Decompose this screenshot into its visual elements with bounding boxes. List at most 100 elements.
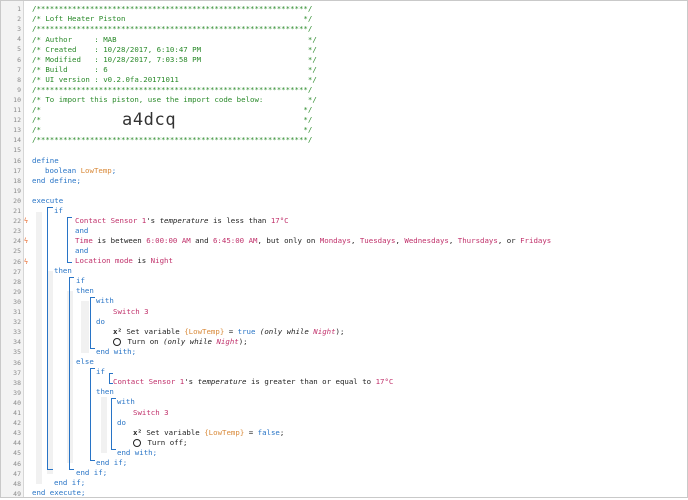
possessive: 's [184,377,194,386]
line-number: 36 [13,358,21,367]
night-value: Night [216,337,239,346]
line-number: 47 [13,469,21,478]
condition-contact-sensor-ge[interactable]: Contact Sensor 1's temperature is greate… [113,377,393,387]
do-keyword: do [96,317,105,326]
error-marker-icon[interactable]: ϟ [23,216,29,226]
line-number: 39 [13,388,21,397]
ui-version-line: /* UI version : v0.2.0fa.20171011 */ [32,75,317,84]
or-word: or [506,236,516,245]
turn-on-command[interactable]: Turn on (only while Night); [113,337,248,347]
condition-location-mode[interactable]: Location mode is Night [75,256,173,266]
line-number: 34 [13,338,21,347]
indent-guide [36,212,42,484]
with-bracket [90,297,95,298]
line-number: 40 [13,398,21,407]
with-bracket [90,348,95,349]
build-line: /* Build : 6 */ [32,65,317,74]
execute-keyword: execute [32,196,64,205]
line-number: 17 [13,166,21,175]
if-keyword[interactable]: if [54,206,63,216]
time-end: 6:45:00 AM [212,236,258,245]
piston-title: /* Loft Heater Piston */ [32,14,313,23]
device-name: Contact Sensor 1 [113,377,185,386]
header-border: /***************************************… [32,85,313,94]
if-keyword[interactable]: if [76,276,85,286]
error-marker-icon[interactable]: ϟ [23,236,29,246]
line-number: 3 [17,25,21,34]
line-number: 32 [13,318,21,327]
time-start: 6:00:00 AM [146,236,191,245]
line-number: 19 [13,186,21,195]
line-number: 21 [13,207,21,215]
with-keyword[interactable]: with [96,296,114,306]
semicolon: ; [279,428,285,437]
condition-bracket [67,217,68,262]
variable-name: LowTemp [80,166,112,175]
if-keyword[interactable]: if [96,367,105,377]
inner-if-bracket [69,277,74,278]
comparison: is greater than or equal to [250,377,372,386]
set-variable-false[interactable]: x² Set variable {LowTemp} = false; [133,428,284,438]
line-number: 27 [13,267,21,276]
variable-declaration[interactable]: boolean LowTemp; [45,166,116,176]
import-instruction: /* To import this piston, use the import… [32,95,317,104]
line-number: 33 [13,328,21,337]
end-execute: end execute; [32,488,86,497]
line-number: 16 [13,156,21,165]
with-keyword[interactable]: with [117,397,135,407]
line-number: 8 [17,75,21,84]
line-number: 25 [13,247,21,256]
line-number: 15 [13,146,21,155]
code-editor: 1 2 3 4 5 6 7 8 9 10 11 12 13 14 15 16 17 18 19 20 21 22 23 24 2… [0,0,688,498]
variable-icon: x² [113,327,122,336]
error-marker-icon[interactable]: ϟ [23,257,29,267]
power-icon [113,338,121,346]
day: Wednesdays [404,236,449,245]
night-value: Night [313,327,336,336]
set-variable-label: Set variable [126,327,180,336]
variable-ref: {LowTemp} [184,327,225,336]
switch-device[interactable]: Switch 3 [133,408,169,418]
attribute: temperature [159,216,209,225]
with-bracket [111,449,116,450]
line-number: 12 [13,116,21,125]
line-number: 28 [13,277,21,286]
line-number: 24 [13,237,21,246]
line-number: 22 [13,217,21,226]
with-bracket [111,398,116,399]
line-number: 31 [13,308,21,316]
semicolon: ; [111,166,117,175]
line-number: 46 [13,459,21,468]
end-if: end if; [54,478,86,487]
condition-bracket [67,217,72,218]
set-variable-label: Set variable [146,428,200,437]
else-keyword: else [76,357,94,366]
if-block-bracket [47,207,48,469]
condition-time[interactable]: Time is between 6:00:00 AM and 6:45:00 A… [75,236,551,246]
end-define: end define; [32,176,81,185]
set-variable-true[interactable]: x² Set variable {LowTemp} = true (only w… [113,327,344,337]
import-code[interactable]: a4dcq [122,110,176,130]
end-with: end with; [117,448,158,457]
power-icon [133,439,141,447]
only-while: (only while [163,337,213,346]
author-line: /* Author : MAB */ [32,35,317,44]
equals: = [228,327,234,336]
possessive: 's [146,216,156,225]
line-number: 43 [13,429,21,438]
condition-bracket [67,262,72,263]
condition-contact-sensor[interactable]: Contact Sensor 1's temperature is less t… [75,216,289,226]
and-operator[interactable]: and [75,246,88,256]
turn-off-command[interactable]: Turn off; [133,438,188,448]
variable-icon: x² [133,428,142,437]
line-number: 10 [13,95,21,104]
day: Mondays [319,236,351,245]
else-if-bracket [90,368,91,460]
switch-device[interactable]: Switch 3 [113,307,149,317]
else-if-bracket [90,460,95,461]
comparison: is less than [212,216,267,225]
and-operator[interactable]: and [75,226,88,236]
modified-line: /* Modified : 10/28/2017, 7:03:58 PM */ [32,55,317,64]
false-value: false [257,428,280,437]
location-mode: Location mode [75,256,133,265]
